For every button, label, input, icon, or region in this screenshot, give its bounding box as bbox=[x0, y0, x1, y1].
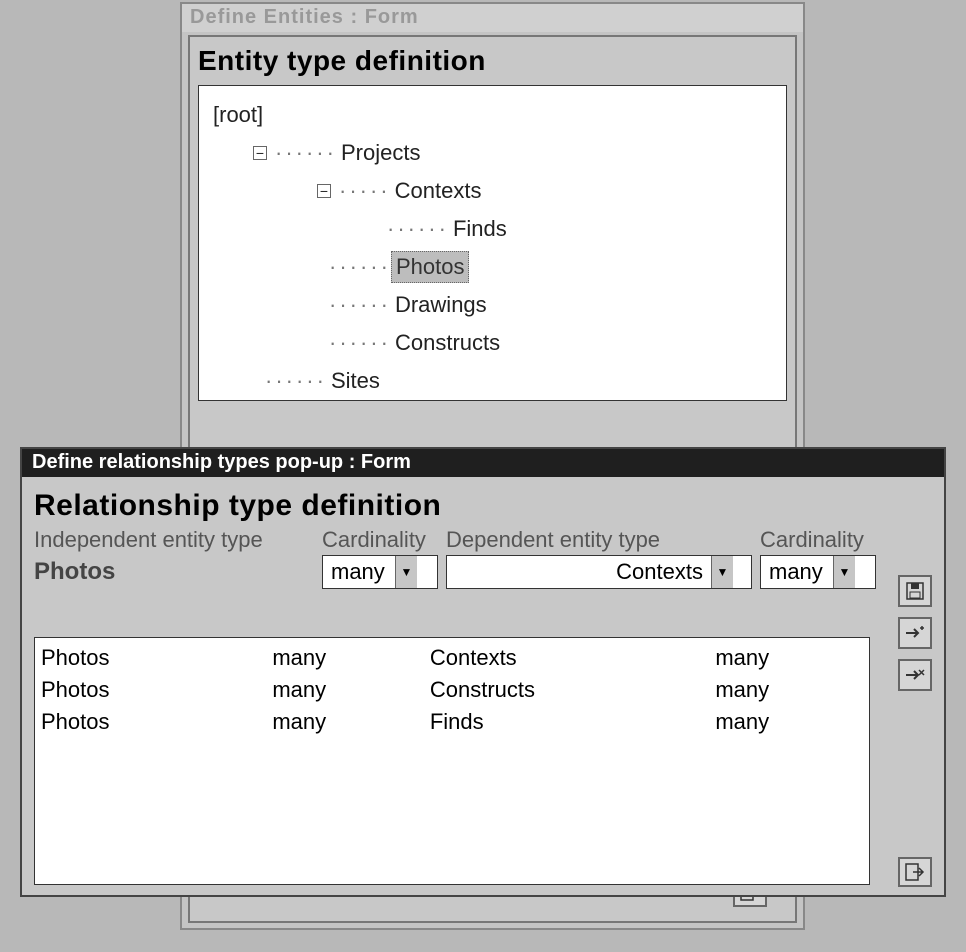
window-title-text: Define Entities : Form bbox=[190, 6, 419, 28]
cell-independent: Photos bbox=[41, 677, 272, 703]
field-label: Cardinality bbox=[760, 527, 876, 553]
combo-value: many bbox=[761, 556, 833, 588]
action-button-stack bbox=[898, 575, 932, 691]
tree-label: Sites bbox=[327, 366, 384, 396]
cell-independent: Photos bbox=[41, 645, 272, 671]
floppy-icon bbox=[906, 582, 924, 600]
tree-label: [root] bbox=[209, 100, 267, 130]
tree-connector: ······ bbox=[329, 254, 391, 280]
dependent-entity-combo[interactable]: Contexts ▼ bbox=[446, 555, 752, 589]
window-titlebar[interactable]: Define Entities : Form bbox=[182, 4, 803, 32]
field-label: Dependent entity type bbox=[446, 527, 752, 553]
exit-door-icon bbox=[905, 863, 925, 881]
tree-node-photos[interactable]: ······ Photos bbox=[209, 248, 776, 286]
tree-connector: ······ bbox=[265, 368, 327, 394]
dependent-entity-field: Dependent entity type Contexts ▼ bbox=[446, 527, 752, 589]
table-row[interactable]: Photos many Constructs many bbox=[41, 674, 863, 706]
tree-node-projects[interactable]: − ······ Projects bbox=[209, 134, 776, 172]
close-button[interactable] bbox=[898, 857, 932, 887]
field-label: Cardinality bbox=[322, 527, 438, 553]
cell-card2: many bbox=[715, 677, 863, 703]
tree-node-constructs[interactable]: ······ Constructs bbox=[209, 324, 776, 362]
entity-tree[interactable]: [root] − ······ Projects − ····· Context… bbox=[198, 85, 787, 401]
tree-label: Projects bbox=[337, 138, 424, 168]
independent-entity-field: Independent entity type Photos bbox=[34, 527, 314, 589]
combo-value: many bbox=[323, 556, 395, 588]
cardinality2-combo[interactable]: many ▼ bbox=[760, 555, 876, 589]
delete-record-icon bbox=[905, 668, 925, 682]
tree-node-sites[interactable]: ······ Sites bbox=[209, 362, 776, 400]
popup-body: Relationship type definition Independent… bbox=[22, 477, 944, 895]
table-row[interactable]: Photos many Contexts many bbox=[41, 642, 863, 674]
chevron-down-icon[interactable]: ▼ bbox=[395, 556, 417, 588]
field-label: Independent entity type bbox=[34, 527, 314, 553]
tree-node-finds[interactable]: ······ Finds bbox=[209, 210, 776, 248]
cardinality1-combo[interactable]: many ▼ bbox=[322, 555, 438, 589]
define-relationship-popup: Define relationship types pop-up : Form … bbox=[20, 447, 946, 897]
cell-card1: many bbox=[272, 645, 430, 671]
tree-connector: ······ bbox=[329, 292, 391, 318]
save-button[interactable] bbox=[898, 575, 932, 607]
cardinality1-field: Cardinality many ▼ bbox=[322, 527, 438, 589]
tree-label: Drawings bbox=[391, 290, 491, 320]
cell-dependent: Finds bbox=[430, 709, 715, 735]
tree-connector: ····· bbox=[339, 178, 391, 204]
relationship-heading: Relationship type definition bbox=[34, 489, 936, 523]
tree-node-drawings[interactable]: ······ Drawings bbox=[209, 286, 776, 324]
tree-label: Constructs bbox=[391, 328, 504, 358]
tree-node-contexts[interactable]: − ····· Contexts bbox=[209, 172, 776, 210]
relationship-list[interactable]: Photos many Contexts many Photos many Co… bbox=[34, 637, 870, 885]
cell-card2: many bbox=[715, 709, 863, 735]
collapse-icon[interactable]: − bbox=[317, 184, 331, 198]
cell-dependent: Constructs bbox=[430, 677, 715, 703]
combo-value: Contexts bbox=[447, 556, 711, 588]
tree-node-root[interactable]: [root] bbox=[209, 96, 776, 134]
collapse-icon[interactable]: − bbox=[253, 146, 267, 160]
tree-label-selected: Photos bbox=[391, 251, 470, 283]
tree-connector: ······ bbox=[329, 330, 391, 356]
entity-heading: Entity type definition bbox=[198, 45, 789, 77]
cell-card2: many bbox=[715, 645, 863, 671]
tree-connector: ······ bbox=[275, 140, 337, 166]
cell-dependent: Contexts bbox=[430, 645, 715, 671]
popup-title-text: Define relationship types pop-up : Form bbox=[32, 451, 411, 473]
cell-independent: Photos bbox=[41, 709, 272, 735]
chevron-down-icon[interactable]: ▼ bbox=[711, 556, 733, 588]
tree-label: Finds bbox=[449, 214, 511, 244]
cell-card1: many bbox=[272, 709, 430, 735]
independent-entity-value: Photos bbox=[34, 555, 314, 589]
table-row[interactable]: Photos many Finds many bbox=[41, 706, 863, 738]
delete-record-button[interactable] bbox=[898, 659, 932, 691]
cell-card1: many bbox=[272, 677, 430, 703]
add-record-button[interactable] bbox=[898, 617, 932, 649]
new-record-icon bbox=[905, 626, 925, 640]
tree-connector: ······ bbox=[387, 216, 449, 242]
tree-label: Contexts bbox=[391, 176, 486, 206]
cardinality2-field: Cardinality many ▼ bbox=[760, 527, 876, 589]
chevron-down-icon[interactable]: ▼ bbox=[833, 556, 855, 588]
popup-titlebar[interactable]: Define relationship types pop-up : Form bbox=[22, 449, 944, 477]
relationship-field-row: Independent entity type Photos Cardinali… bbox=[34, 527, 936, 589]
